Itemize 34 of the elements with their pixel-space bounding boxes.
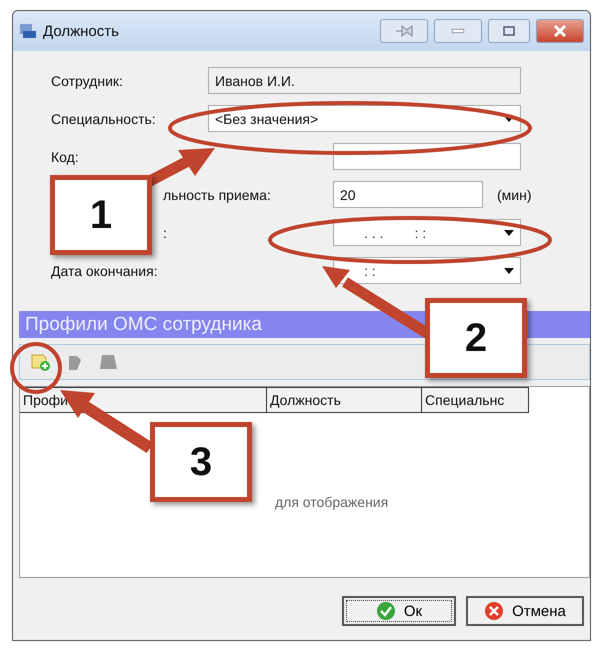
add-document-icon[interactable] [30, 352, 52, 372]
minimize-icon [452, 29, 464, 33]
dropdown-caret-icon[interactable] [504, 268, 514, 274]
callout-number: 3 [150, 422, 252, 502]
check-icon [376, 601, 396, 621]
cancel-icon [484, 601, 504, 621]
dropdown-caret-icon[interactable] [504, 230, 514, 236]
close-button[interactable] [536, 19, 584, 43]
close-icon [553, 25, 567, 37]
field-label: льность приема: [163, 186, 271, 202]
input-field[interactable]: 20 [333, 181, 483, 208]
field-label: Код: [51, 148, 79, 164]
window-app-icon [19, 23, 37, 39]
pin-icon [395, 24, 413, 38]
field-label: Специальность: [51, 110, 156, 126]
empty-table-message: для отображения [275, 494, 388, 510]
callout-number: 2 [425, 298, 527, 378]
pin-button[interactable] [380, 19, 428, 43]
callout-number: 1 [50, 175, 152, 255]
field-label: Дата окончания: [51, 262, 158, 278]
maximize-icon [503, 26, 515, 36]
date-picker[interactable]: . . . : : [333, 219, 521, 246]
column-header[interactable]: Должность [267, 387, 422, 413]
field-label: : [163, 224, 167, 240]
column-header[interactable]: Специальнс [422, 387, 529, 413]
input-field[interactable]: Иванов И.И. [208, 67, 521, 94]
ok-button[interactable]: Ок [342, 596, 456, 626]
cancel-button[interactable]: Отмена [466, 596, 584, 626]
window-title: Должность [43, 22, 120, 40]
highlight-circle [10, 342, 62, 394]
maximize-button[interactable] [488, 19, 530, 43]
field-label: Сотрудник: [51, 72, 123, 88]
minimize-button[interactable] [434, 19, 482, 43]
unit-label: (мин) [497, 186, 532, 202]
